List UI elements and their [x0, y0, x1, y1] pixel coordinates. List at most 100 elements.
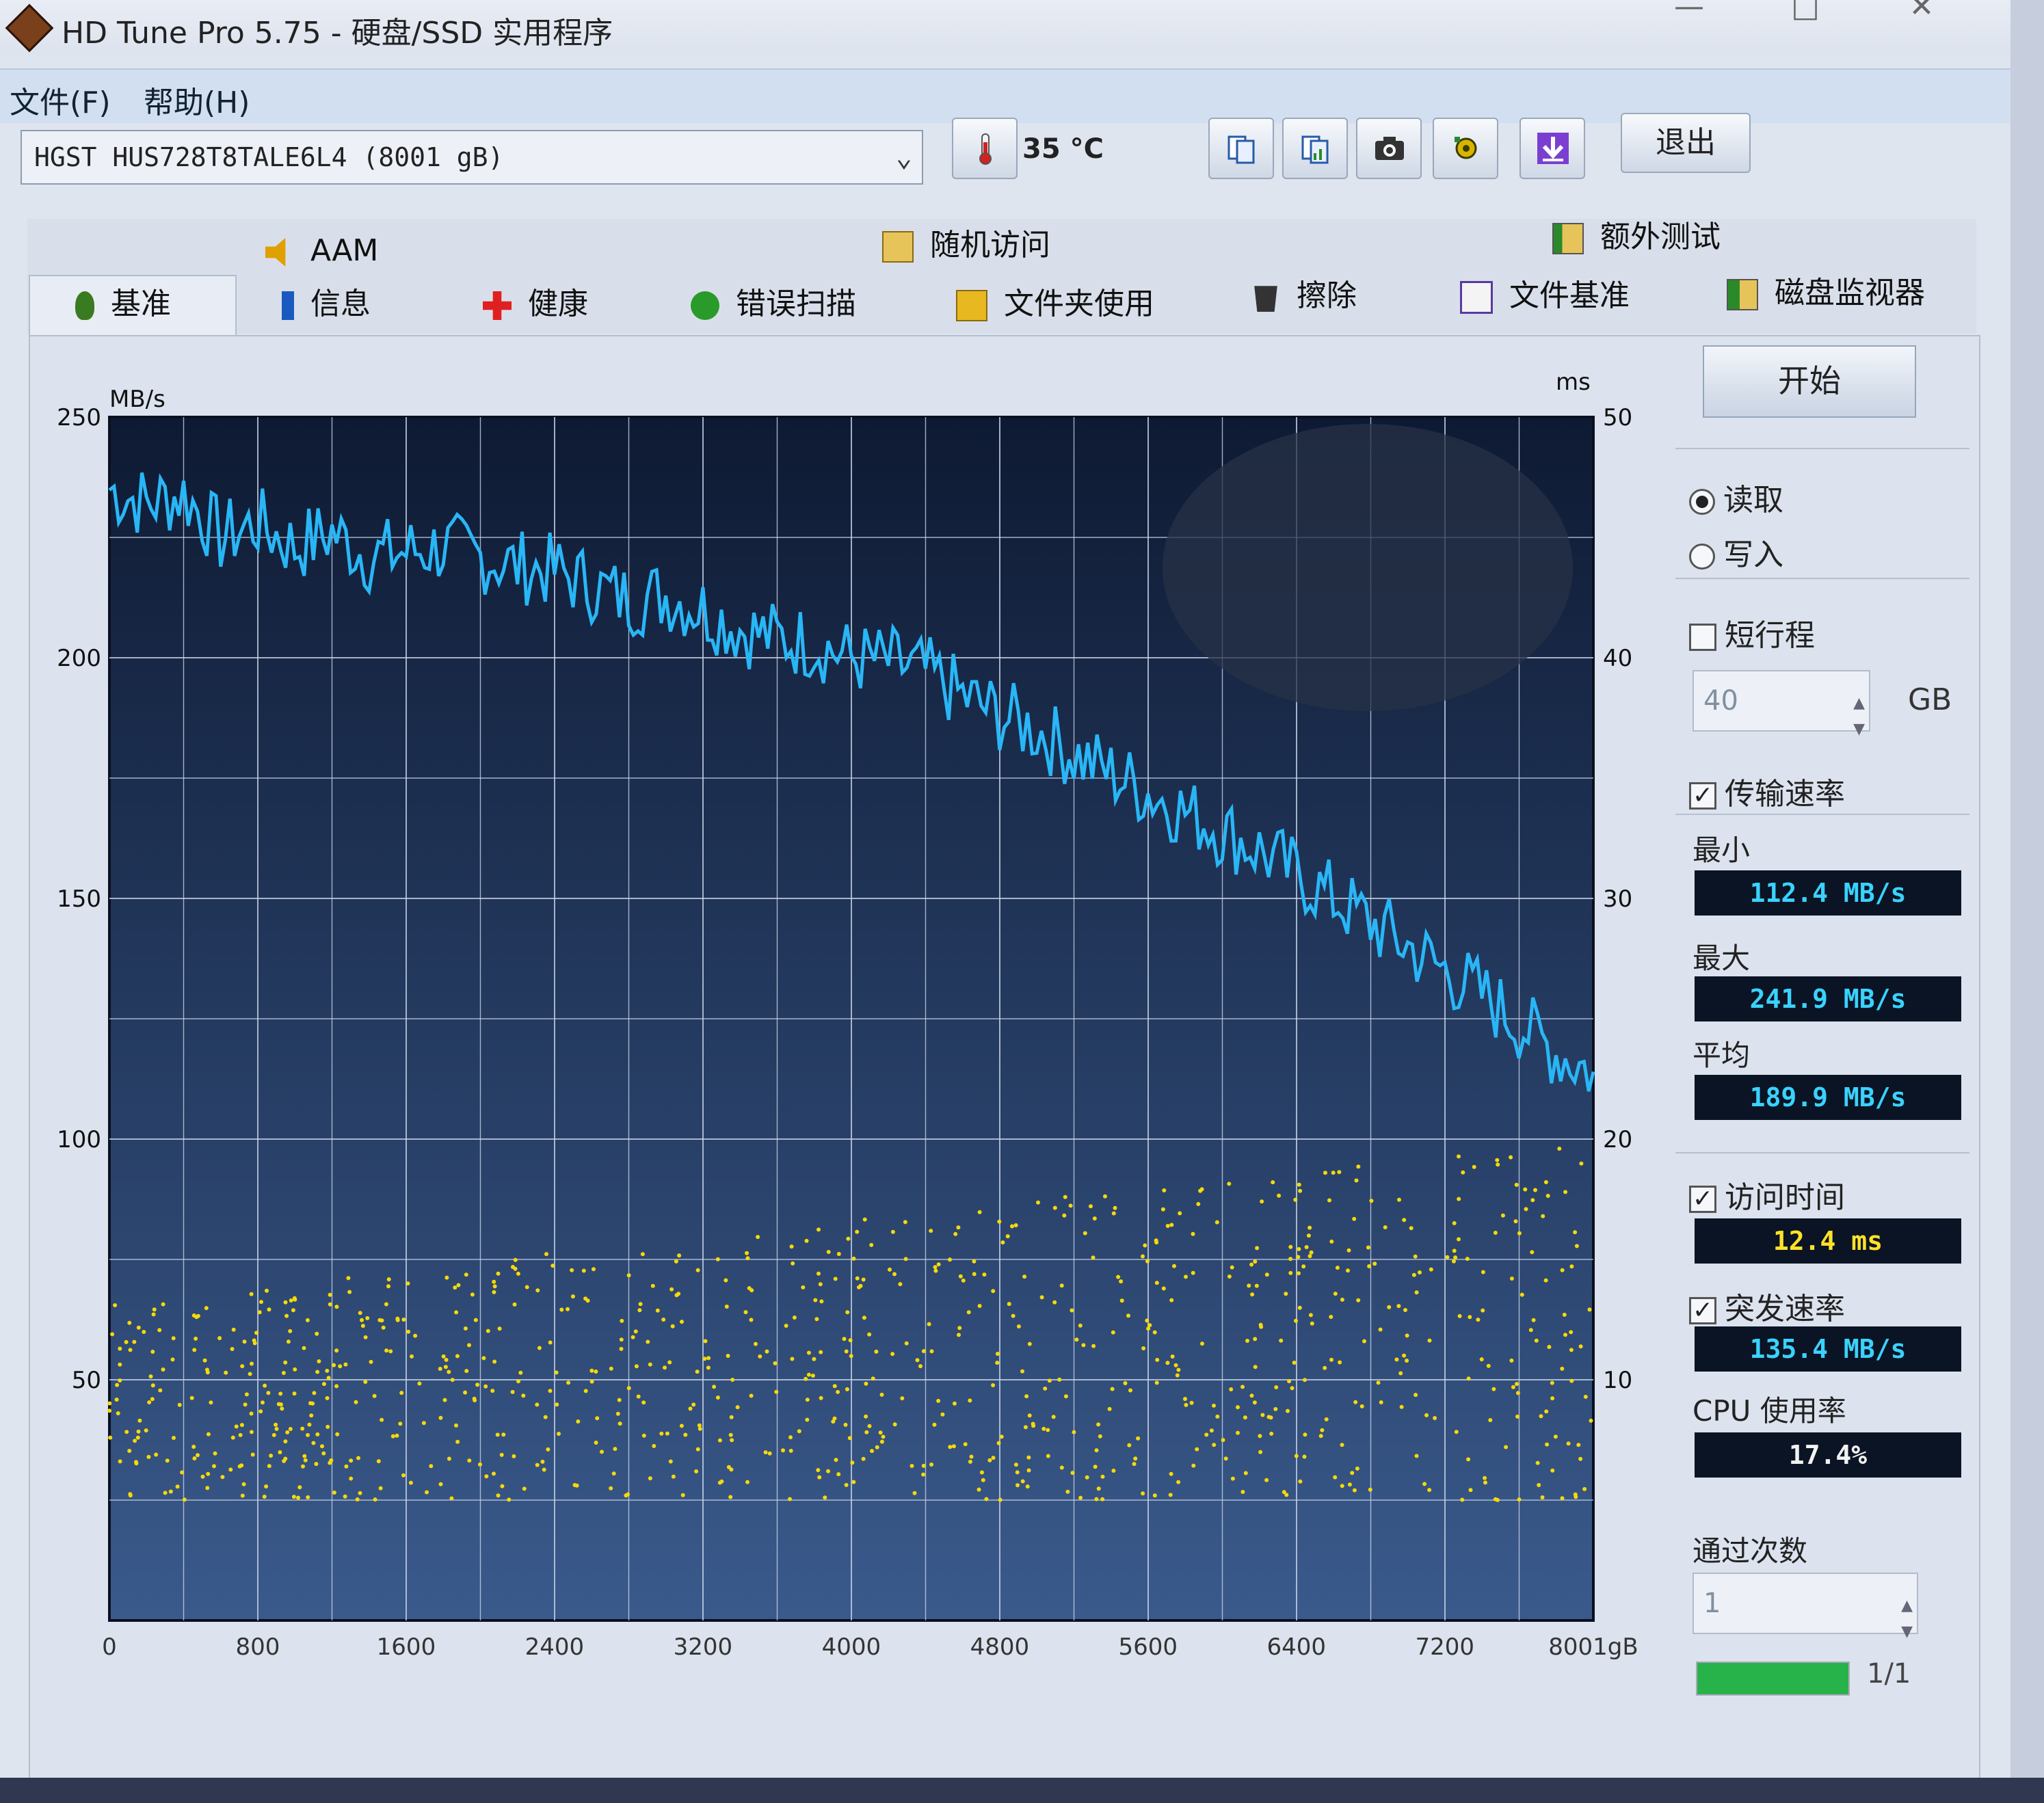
access-time-point [1359, 1404, 1364, 1408]
close-icon[interactable]: ✕ [1881, 0, 1963, 48]
access-time-point [688, 1406, 693, 1411]
access-time-point [118, 1378, 122, 1383]
exit-button[interactable]: 退出 [1621, 113, 1751, 173]
tab-folder-usage[interactable]: 文件夹使用 [956, 279, 1154, 330]
access-time-point [261, 1400, 265, 1405]
access-time-point [570, 1294, 575, 1299]
access-time-point [548, 1389, 553, 1393]
access-time-point [325, 1368, 330, 1373]
copy-info-button[interactable] [1208, 118, 1274, 179]
read-radio[interactable]: 读取 [1689, 475, 1783, 519]
access-time-point [861, 1277, 866, 1282]
access-time-point [315, 1370, 320, 1374]
access-time-point [933, 1268, 938, 1273]
access-time-point [501, 1432, 506, 1437]
access-time-point [1337, 1170, 1342, 1175]
access-time-point [1563, 1190, 1568, 1194]
window-title: HD Tune Pro 5.75 - 硬盘/SSD 实用程序 [62, 16, 613, 51]
menu-file[interactable]: 文件(F) [10, 78, 111, 122]
access-time-checkbox[interactable]: ✓ 访问时间 [1689, 1173, 1845, 1216]
tab-aam[interactable]: AAM [265, 226, 378, 276]
start-button[interactable]: 开始 [1703, 345, 1916, 418]
spin-down-icon[interactable]: ▼ [1853, 700, 1865, 759]
tab-disk-monitor[interactable]: 磁盘监视器 [1727, 268, 1925, 319]
short-stroke-checkbox[interactable]: 短行程 [1689, 611, 1815, 654]
access-time-point [1562, 1312, 1567, 1317]
access-time-point [301, 1464, 305, 1469]
transfer-rate-checkbox[interactable]: ✓ 传输速率 [1689, 769, 1845, 813]
access-time-point [1583, 1394, 1588, 1399]
write-radio[interactable]: 写入 [1689, 530, 1783, 574]
y-tick-label: 100 [57, 1126, 101, 1153]
access-time-point [1418, 1270, 1422, 1274]
access-time-point [695, 1268, 700, 1272]
access-time-point [1550, 1380, 1554, 1385]
access-time-point [972, 1259, 977, 1264]
tab-error-scan[interactable]: 错误扫描 [691, 279, 856, 330]
access-time-point [695, 1370, 700, 1374]
access-time-point [1340, 1484, 1344, 1488]
spin-down-icon[interactable]: ▼ [1901, 1603, 1913, 1661]
access-time-point [408, 1480, 413, 1485]
access-time-point [717, 1438, 722, 1443]
access-time-point [311, 1441, 316, 1445]
tab-extra-tests[interactable]: 额外测试 [1552, 212, 1721, 263]
access-time-point [293, 1297, 297, 1302]
access-time-point [1452, 1221, 1457, 1225]
temperature-button[interactable] [952, 118, 1018, 179]
copy-screenshot-button[interactable] [1282, 118, 1348, 179]
access-time-point [1059, 1283, 1064, 1288]
separator [1675, 448, 1969, 449]
access-time-point [189, 1395, 194, 1400]
access-time-point [1398, 1371, 1403, 1376]
access-time-point [1303, 1378, 1307, 1383]
separator [1675, 1152, 1969, 1153]
access-time-point [180, 1470, 185, 1475]
access-time-point [1545, 1194, 1550, 1198]
access-time-point [1127, 1443, 1132, 1447]
access-time-point [1394, 1357, 1399, 1362]
short-stroke-value: 40 [1703, 685, 1738, 717]
options-button[interactable] [1433, 118, 1498, 179]
drive-select[interactable]: HGST HUS728T8TALE6L4 (8001 gB) ⌄ [21, 130, 923, 185]
access-time-point [175, 1484, 180, 1489]
access-time-point [478, 1462, 482, 1467]
access-time-point [338, 1364, 343, 1369]
access-time-point [581, 1268, 586, 1273]
screenshot-button[interactable] [1356, 118, 1422, 179]
access-time-point [335, 1432, 340, 1437]
access-time-point [438, 1482, 443, 1486]
access-time-point [706, 1365, 711, 1370]
minimize-icon[interactable]: — [1648, 0, 1730, 48]
access-time-point [661, 1318, 666, 1322]
access-time-point [574, 1483, 579, 1488]
access-time-point [1411, 1272, 1416, 1277]
tab-benchmark[interactable]: 基准 [75, 279, 171, 330]
access-time-label: 访问时间 [1725, 1180, 1845, 1215]
access-time-point [1496, 1162, 1500, 1167]
access-time-point [449, 1496, 454, 1501]
maximize-icon[interactable]: □ [1764, 0, 1846, 48]
access-time-point [1543, 1278, 1548, 1283]
access-time-point [1560, 1366, 1565, 1371]
passes-input[interactable]: 1 ▲ ▼ [1693, 1573, 1918, 1640]
access-time-point [652, 1443, 656, 1448]
menu-help[interactable]: 帮助(H) [144, 78, 250, 122]
tab-health[interactable]: 健康 [483, 279, 588, 330]
short-stroke-input[interactable]: 40 ▲ ▼ [1693, 670, 1870, 738]
access-time-point [554, 1370, 559, 1375]
save-button[interactable] [1519, 118, 1585, 179]
tab-file-benchmark[interactable]: 文件基准 [1460, 271, 1630, 321]
tab-erase[interactable]: 擦除 [1251, 271, 1357, 321]
tab-random-access[interactable]: 随机访问 [882, 220, 1050, 271]
tab-random-access-label: 随机访问 [930, 228, 1050, 263]
access-time-point [1294, 1454, 1299, 1458]
access-time-point [321, 1382, 326, 1387]
error-scan-icon [691, 291, 719, 320]
access-time-point [890, 1352, 895, 1357]
access-time-point [1323, 1171, 1327, 1175]
tab-info[interactable]: 信息 [282, 279, 371, 330]
burst-rate-checkbox[interactable]: ✓ 突发速率 [1689, 1284, 1845, 1328]
access-time-point [1025, 1484, 1030, 1489]
access-time-point [1535, 1460, 1540, 1465]
